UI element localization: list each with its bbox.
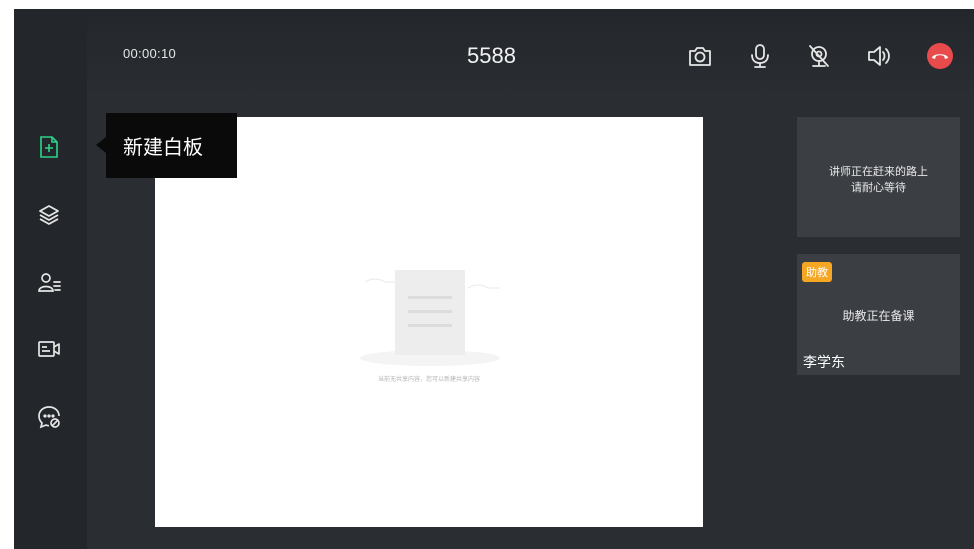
snapshot-button[interactable] [685,41,715,71]
chat-mute-button[interactable] [33,401,65,433]
speaker-icon [868,46,890,66]
assistant-badge: 助教 [802,262,832,282]
user-list-button[interactable] [33,267,65,299]
camera-off-icon [809,45,829,67]
top-bar: 00:00:10 5588 [87,9,974,99]
whiteboard-canvas[interactable]: 当前无共享内容，您可以新建共享内容 [155,117,703,527]
layers-button[interactable] [33,199,65,231]
users-list-icon [38,273,61,292]
room-title: 5588 [467,43,516,68]
add-file-icon [40,136,58,158]
new-whiteboard-button[interactable] [33,131,65,163]
hang-up-button[interactable] [925,41,955,71]
classroom-app: 00:00:10 5588 当前无共享内容，您可以新建共享内容 新建白板 讲师正… [14,9,974,549]
empty-document-illustration [360,270,500,366]
camera-toggle-button[interactable] [804,41,834,71]
assistant-video-panel: 助教 助教正在备课 李学东 [797,254,960,375]
teacher-waiting-line2: 请耐心等待 [851,181,906,194]
video-button[interactable] [33,333,65,365]
teacher-video-panel: 讲师正在赶来的路上 请耐心等待 [797,117,960,237]
empty-state-text: 当前无共享内容，您可以新建共享内容 [377,376,480,383]
speaker-button[interactable] [864,41,894,71]
assistant-name: 李学东 [803,355,845,371]
tooltip-arrow [96,137,106,153]
camera-icon [689,47,711,66]
video-icon [38,341,60,357]
sidebar [14,9,87,549]
new-whiteboard-tooltip: 新建白板 [106,113,237,178]
call-timer: 00:00:10 [123,46,177,61]
chat-mute-icon [38,406,60,429]
microphone-icon [751,44,769,68]
hang-up-icon [927,43,953,69]
layers-icon [39,205,59,225]
assistant-status: 助教正在备课 [842,309,915,323]
microphone-button[interactable] [745,41,775,71]
teacher-waiting-line1: 讲师正在赶来的路上 [829,165,928,178]
